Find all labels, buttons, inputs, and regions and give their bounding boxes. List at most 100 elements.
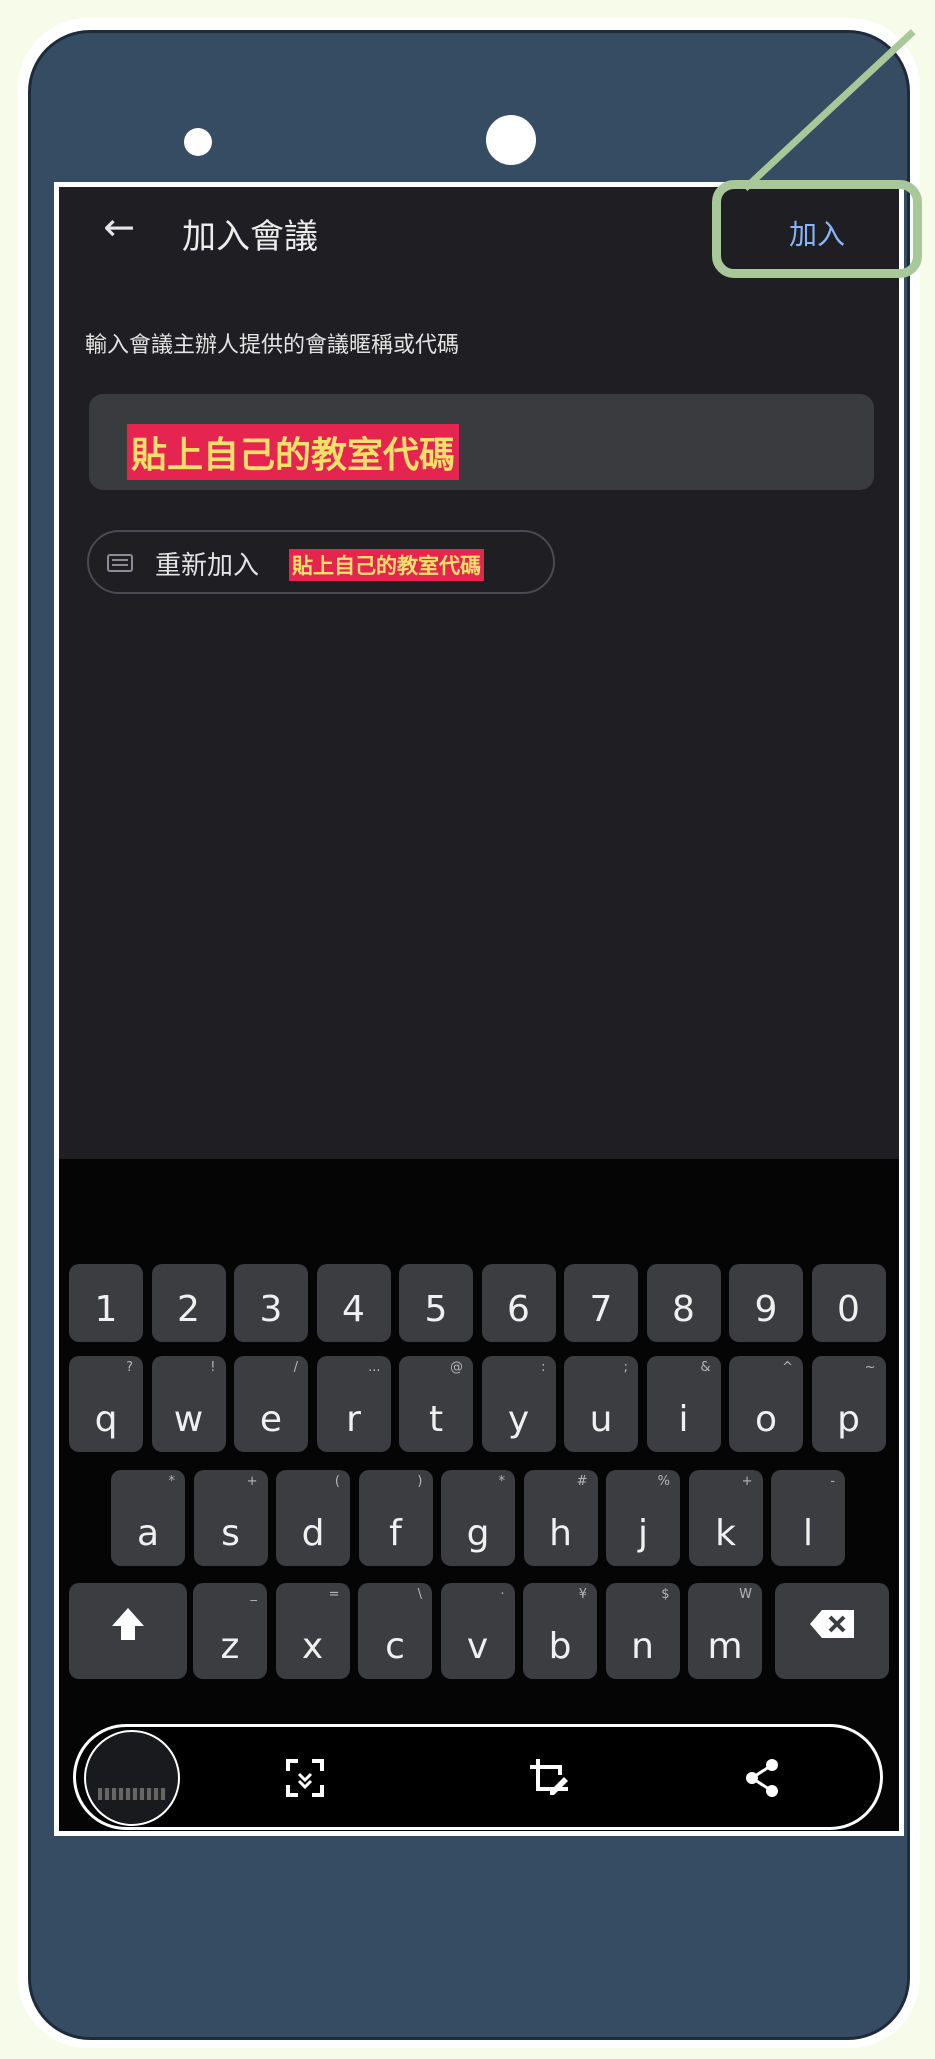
key-label: 2 bbox=[177, 1289, 200, 1330]
key-hint: ... bbox=[368, 1360, 381, 1375]
key-label: m bbox=[707, 1626, 743, 1667]
key-hint: / bbox=[293, 1360, 298, 1375]
key-label: v bbox=[466, 1626, 489, 1667]
key-label: n bbox=[631, 1626, 654, 1667]
key-d[interactable]: (d bbox=[276, 1470, 350, 1566]
key-label: p bbox=[837, 1399, 860, 1440]
crop-edit-icon[interactable] bbox=[528, 1757, 570, 1799]
page-title: 加入會議 bbox=[182, 217, 318, 257]
shift-key[interactable] bbox=[69, 1583, 187, 1679]
key-hint: ? bbox=[126, 1360, 133, 1375]
key-1[interactable]: 1 bbox=[69, 1264, 143, 1342]
key-l[interactable]: -l bbox=[771, 1470, 845, 1566]
key-q[interactable]: ? q bbox=[69, 1356, 143, 1452]
key-r[interactable]: ... r bbox=[316, 1356, 391, 1452]
key-8[interactable]: 8 bbox=[646, 1264, 721, 1342]
key-7[interactable]: 7 bbox=[564, 1264, 638, 1342]
key-hint: * bbox=[168, 1474, 176, 1489]
key-label: f bbox=[389, 1513, 402, 1554]
key-t[interactable]: @ t bbox=[399, 1356, 473, 1452]
key-label: y bbox=[507, 1399, 530, 1440]
key-j[interactable]: % j bbox=[606, 1470, 680, 1566]
key-z[interactable]: _ z bbox=[193, 1583, 267, 1679]
key-hint: ^ bbox=[782, 1360, 793, 1375]
meeting-code-input[interactable]: 貼上自己的教室代碼 bbox=[89, 394, 874, 490]
key-6[interactable]: 6 bbox=[481, 1264, 556, 1342]
key-hint: & bbox=[700, 1360, 711, 1375]
join-highlight-frame bbox=[712, 180, 922, 278]
rejoin-chip[interactable]: 重新加入 貼上自己的教室代碼 bbox=[87, 530, 555, 594]
key-hint: % bbox=[657, 1474, 670, 1489]
key-x[interactable]: = x bbox=[275, 1583, 350, 1679]
key-hint: + bbox=[741, 1474, 753, 1489]
key-hint: \ bbox=[417, 1587, 422, 1602]
key-label: u bbox=[589, 1399, 613, 1440]
key-label bbox=[775, 1608, 889, 1649]
key-hint: · bbox=[500, 1587, 505, 1602]
key-label bbox=[69, 1604, 187, 1653]
key-hint: : bbox=[541, 1360, 546, 1375]
back-arrow-icon[interactable]: ← bbox=[97, 205, 141, 249]
key-label: x bbox=[301, 1626, 324, 1667]
key-hint: * bbox=[498, 1474, 506, 1489]
backspace-icon bbox=[810, 1610, 854, 1638]
key-9[interactable]: 9 bbox=[729, 1264, 803, 1342]
keyboard-icon bbox=[107, 554, 133, 572]
key-3[interactable]: 3 bbox=[234, 1264, 308, 1342]
key-hint: ; bbox=[623, 1360, 628, 1375]
key-m[interactable]: Wm bbox=[688, 1583, 762, 1679]
key-g[interactable]: * g bbox=[441, 1470, 515, 1566]
key-4[interactable]: 4 bbox=[316, 1264, 391, 1342]
key-label: 6 bbox=[507, 1289, 530, 1330]
key-y[interactable]: :y bbox=[481, 1356, 556, 1452]
key-5[interactable]: 5 bbox=[399, 1264, 473, 1342]
code-input-value: 貼上自己的教室代碼 bbox=[127, 424, 460, 480]
backspace-key[interactable] bbox=[775, 1583, 889, 1679]
share-icon[interactable] bbox=[742, 1757, 784, 1799]
key-label: 8 bbox=[672, 1289, 695, 1330]
key-v[interactable]: · v bbox=[440, 1583, 515, 1679]
key-u[interactable]: ; u bbox=[564, 1356, 638, 1452]
key-0[interactable]: 0 bbox=[811, 1264, 886, 1342]
rejoin-label: 重新加入 bbox=[155, 551, 260, 581]
key-e[interactable]: / e bbox=[234, 1356, 308, 1452]
key-hint: - bbox=[830, 1474, 835, 1489]
scan-icon[interactable] bbox=[284, 1757, 326, 1799]
key-k[interactable]: + k bbox=[688, 1470, 763, 1566]
camera-dot bbox=[486, 115, 536, 165]
key-w[interactable]: ! w bbox=[151, 1356, 226, 1452]
key-label: k bbox=[715, 1513, 736, 1554]
key-h[interactable]: # h bbox=[523, 1470, 598, 1566]
key-hint: ~ bbox=[864, 1360, 876, 1375]
key-label: s bbox=[221, 1513, 240, 1554]
key-b[interactable]: ¥ b bbox=[523, 1583, 597, 1679]
key-label: a bbox=[136, 1513, 160, 1554]
key-label: b bbox=[548, 1626, 572, 1667]
key-hint: $ bbox=[661, 1587, 670, 1602]
key-label: i bbox=[678, 1399, 689, 1440]
key-hint: ¥ bbox=[578, 1587, 587, 1602]
key-label: c bbox=[385, 1626, 405, 1667]
key-hint: _ bbox=[250, 1587, 258, 1602]
key-label: h bbox=[549, 1513, 572, 1554]
key-label: 4 bbox=[342, 1289, 365, 1330]
key-label: 0 bbox=[837, 1289, 860, 1330]
screenshot-toolbar bbox=[73, 1724, 883, 1830]
key-hint: ) bbox=[417, 1474, 423, 1489]
key-c[interactable]: \ c bbox=[358, 1583, 432, 1679]
key-a[interactable]: * a bbox=[111, 1470, 185, 1566]
key-hint: W bbox=[739, 1587, 752, 1602]
key-p[interactable]: ~ p bbox=[811, 1356, 886, 1452]
key-2[interactable]: 2 bbox=[151, 1264, 226, 1342]
key-hint: ( bbox=[334, 1474, 340, 1489]
key-label: o bbox=[754, 1399, 778, 1440]
key-n[interactable]: $ n bbox=[605, 1583, 680, 1679]
key-hint: + bbox=[246, 1474, 258, 1489]
key-s[interactable]: + s bbox=[193, 1470, 268, 1566]
key-i[interactable]: & i bbox=[646, 1356, 721, 1452]
key-o[interactable]: ^ o bbox=[729, 1356, 803, 1452]
screenshot-thumbnail[interactable] bbox=[84, 1730, 180, 1826]
key-label: 5 bbox=[424, 1289, 448, 1330]
app-screen: ← 加入會議 加入 輸入會議主辦人提供的會議暱稱或代碼 貼上自己的教室代碼 重新… bbox=[54, 182, 904, 1836]
key-f[interactable]: ) f bbox=[358, 1470, 433, 1566]
